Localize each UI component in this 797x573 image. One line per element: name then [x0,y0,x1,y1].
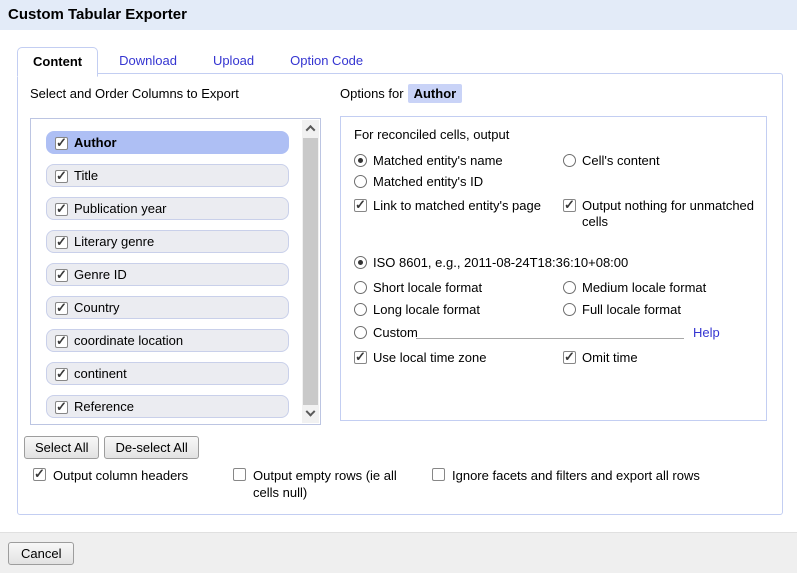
checkbox-output-empty-rows[interactable]: Output empty rows (ie all cells null) [233,467,415,501]
list-item-literary-genre[interactable]: Literary genre [46,230,289,253]
column-label: coordinate location [74,333,183,348]
reconciled-heading: For reconciled cells, output [354,127,509,142]
radio-icon[interactable] [354,256,367,269]
selected-column-badge: Author [408,84,463,103]
radio-iso-8601[interactable]: ISO 8601, e.g., 2011-08-24T18:36:10+08:0… [354,255,628,271]
columns-heading: Select and Order Columns to Export [30,86,239,101]
column-options-box: For reconciled cells, output Matched ent… [340,116,767,421]
deselect-all-button[interactable]: De-select All [104,436,198,459]
column-label: Reference [74,399,134,414]
tab-content[interactable]: Content [17,47,98,77]
radio-cells-content[interactable]: Cell's content [563,153,660,169]
options-heading-prefix: Options for [340,86,404,101]
radio-icon[interactable] [354,175,367,188]
column-checkbox[interactable] [55,401,68,414]
checkbox-icon[interactable] [233,468,246,481]
checkbox-icon[interactable] [563,351,576,364]
column-label: Country [74,300,120,315]
column-label: Publication year [74,201,167,216]
list-item-title[interactable]: Title [46,164,289,187]
column-checkbox[interactable] [55,170,68,183]
radio-full-locale[interactable]: Full locale format [563,302,681,318]
column-list-items: Author Title Publication year Literary g… [46,131,289,425]
column-label: Author [74,135,117,150]
radio-medium-locale[interactable]: Medium locale format [563,280,706,296]
select-all-button[interactable]: Select All [24,436,99,459]
list-item-continent[interactable]: continent [46,362,289,385]
list-item-publication-year[interactable]: Publication year [46,197,289,220]
column-checkbox[interactable] [55,368,68,381]
column-label: continent [74,366,127,381]
checkbox-ignore-facets[interactable]: Ignore facets and filters and export all… [432,467,700,484]
dialog-footer: Cancel [0,532,797,573]
options-heading: Options for Author [340,86,462,101]
list-item-author[interactable]: Author [46,131,289,154]
column-checkbox[interactable] [55,137,68,150]
chevron-down-icon [306,407,316,417]
tab-bar: Content Download Upload Option Code [17,47,378,77]
checkbox-output-column-headers[interactable]: Output column headers [33,467,188,484]
radio-icon[interactable] [563,303,576,316]
tab-option-code[interactable]: Option Code [275,47,378,77]
checkbox-link-matched-entity-page[interactable]: Link to matched entity's page [354,198,541,214]
tab-upload[interactable]: Upload [198,47,269,77]
custom-date-format-input[interactable] [416,323,684,339]
list-item-reference[interactable]: Reference [46,395,289,418]
page-title: Custom Tabular Exporter [0,0,797,30]
chevron-up-icon [306,125,316,135]
checkbox-output-nothing-unmatched[interactable]: Output nothing for unmatched cells [563,198,777,230]
column-list: Author Title Publication year Literary g… [30,118,321,425]
scrollbar-thumb[interactable] [303,138,318,405]
radio-icon[interactable] [563,154,576,167]
radio-long-locale[interactable]: Long locale format [354,302,480,318]
scroll-down-button[interactable] [302,406,319,423]
radio-icon[interactable] [354,154,367,167]
radio-custom-format[interactable]: Custom [354,325,418,341]
column-checkbox[interactable] [55,236,68,249]
column-label: Literary genre [74,234,154,249]
list-buttons: Select All De-select All [24,436,199,459]
radio-short-locale[interactable]: Short locale format [354,280,482,296]
column-label: Genre ID [74,267,127,282]
checkbox-icon[interactable] [563,199,576,212]
radio-matched-entity-id[interactable]: Matched entity's ID [354,174,483,190]
tab-download[interactable]: Download [104,47,192,77]
radio-icon[interactable] [563,281,576,294]
radio-matched-entity-name[interactable]: Matched entity's name [354,153,503,169]
list-scrollbar[interactable] [302,120,319,423]
checkbox-icon[interactable] [354,351,367,364]
checkbox-icon[interactable] [432,468,445,481]
checkbox-icon[interactable] [33,468,46,481]
checkbox-icon[interactable] [354,199,367,212]
list-item-country[interactable]: Country [46,296,289,319]
custom-tabular-exporter-dialog: Custom Tabular Exporter Content Download… [0,0,797,573]
checkbox-omit-time[interactable]: Omit time [563,350,638,366]
checkbox-use-local-time-zone[interactable]: Use local time zone [354,350,486,366]
column-checkbox[interactable] [55,269,68,282]
cancel-button[interactable]: Cancel [8,542,74,565]
column-label: Title [74,168,98,183]
radio-icon[interactable] [354,326,367,339]
help-link[interactable]: Help [693,325,720,340]
scroll-up-button[interactable] [302,120,319,137]
radio-icon[interactable] [354,303,367,316]
column-checkbox[interactable] [55,203,68,216]
column-checkbox[interactable] [55,335,68,348]
column-checkbox[interactable] [55,302,68,315]
radio-icon[interactable] [354,281,367,294]
dialog-title-bar: Custom Tabular Exporter [0,0,797,30]
list-item-coordinate-location[interactable]: coordinate location [46,329,289,352]
list-item-genre-id[interactable]: Genre ID [46,263,289,286]
